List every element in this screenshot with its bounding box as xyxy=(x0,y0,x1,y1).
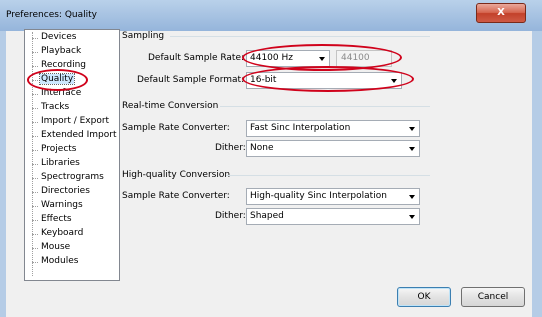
hq-dither-select[interactable]: Shaped xyxy=(246,208,420,225)
hq-sample-rate-converter-label: Sample Rate Converter: xyxy=(122,191,230,201)
default-sample-format-select[interactable]: 16-bit xyxy=(246,72,402,89)
hq-dither-value: Shaped xyxy=(250,211,284,221)
realtime-conversion-group: Real-time Conversion xyxy=(122,101,430,111)
cancel-button[interactable]: Cancel xyxy=(461,287,525,307)
realtime-group-divider xyxy=(220,106,430,107)
chevron-down-icon xyxy=(319,57,325,61)
sidebar-item-label: Projects xyxy=(41,144,77,154)
chevron-down-icon xyxy=(409,127,415,131)
realtime-dither-label: Dither: xyxy=(215,143,246,153)
sidebar-item-label: Mouse xyxy=(41,242,71,252)
sampling-group-title: Sampling xyxy=(122,31,165,41)
sidebar-item-label: Effects xyxy=(41,214,72,224)
realtime-dither-select[interactable]: None xyxy=(246,140,420,157)
sidebar-item-label: Tracks xyxy=(41,102,70,112)
chevron-down-icon xyxy=(409,147,415,151)
realtime-sample-rate-converter-label: Sample Rate Converter: xyxy=(122,123,230,133)
custom-sample-rate-value: 44100 xyxy=(341,53,370,63)
sidebar-item-label: Directories xyxy=(41,186,90,196)
realtime-converter-value: Fast Sinc Interpolation xyxy=(250,123,351,133)
default-sample-format-value: 16-bit xyxy=(250,75,277,85)
window-frame-left xyxy=(0,31,6,317)
sidebar-item-label: Warnings xyxy=(41,200,83,210)
hq-sample-rate-converter-select[interactable]: High-quality Sinc Interpolation xyxy=(246,188,420,205)
realtime-dither-value: None xyxy=(250,143,274,153)
realtime-conversion-title: Real-time Conversion xyxy=(122,101,219,111)
chevron-down-icon xyxy=(391,79,397,83)
high-quality-group-divider xyxy=(226,175,430,176)
ok-button[interactable]: OK xyxy=(397,287,451,307)
sidebar-item-label: Spectrograms xyxy=(41,172,104,182)
window-title: Preferences: Quality xyxy=(6,10,97,20)
window-frame-right xyxy=(532,31,542,317)
high-quality-conversion-title: High-quality Conversion xyxy=(122,170,231,180)
sidebar-item-label: Interface xyxy=(41,88,82,98)
preferences-dialog: Preferences: Quality X Devices Playback … xyxy=(0,0,542,317)
sidebar-item-label: Quality xyxy=(38,73,76,85)
custom-sample-rate-field[interactable]: 44100 xyxy=(336,50,392,67)
realtime-sample-rate-converter-select[interactable]: Fast Sinc Interpolation xyxy=(246,120,420,137)
sidebar-item-label: Playback xyxy=(41,46,82,56)
sidebar-item-label: Keyboard xyxy=(41,228,84,238)
sidebar-item-label: Modules xyxy=(41,256,79,266)
preferences-category-tree[interactable]: Devices Playback Recording Quality Inter… xyxy=(24,29,120,281)
hq-converter-value: High-quality Sinc Interpolation xyxy=(250,191,387,201)
chevron-down-icon xyxy=(409,215,415,219)
hq-dither-label: Dither: xyxy=(215,211,246,221)
chevron-down-icon xyxy=(409,195,415,199)
title-bar[interactable]: Preferences: Quality X xyxy=(0,0,542,32)
sampling-group-divider xyxy=(170,36,430,37)
high-quality-conversion-group: High-quality Conversion xyxy=(122,170,430,180)
default-sample-rate-value: 44100 Hz xyxy=(250,53,293,63)
sidebar-item-label: Extended Import xyxy=(41,130,117,140)
default-sample-rate-label: Default Sample Rate: xyxy=(148,53,245,63)
sidebar-item-label: Recording xyxy=(41,60,87,70)
close-button[interactable]: X xyxy=(476,3,526,23)
default-sample-rate-select[interactable]: 44100 Hz xyxy=(246,50,330,67)
sidebar-item-label: Import / Export xyxy=(41,116,110,126)
sidebar-item-label: Devices xyxy=(41,32,77,42)
tree-connector-line xyxy=(32,32,33,276)
sidebar-item-label: Libraries xyxy=(41,158,80,168)
default-sample-format-label: Default Sample Format: xyxy=(137,75,245,85)
